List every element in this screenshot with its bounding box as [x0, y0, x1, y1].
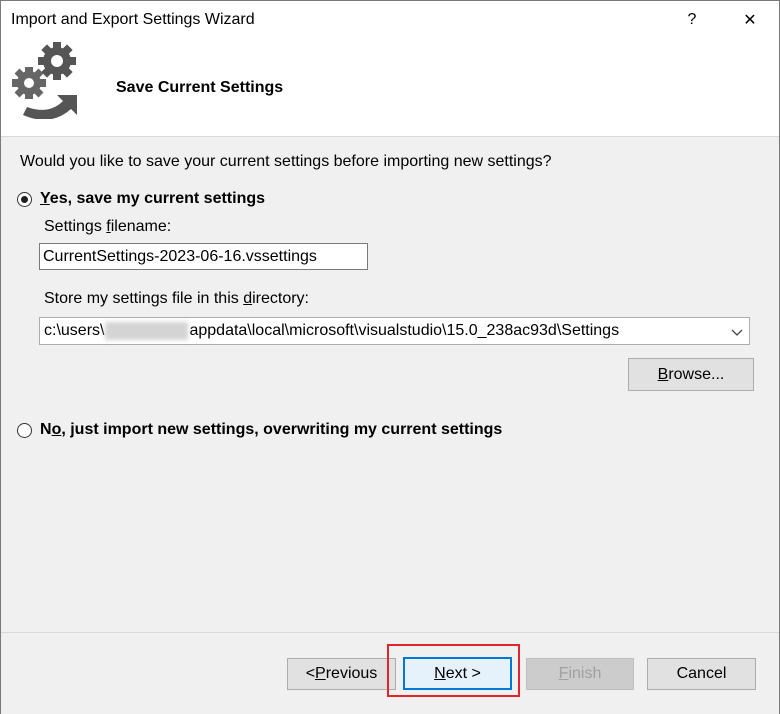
directory-value: c:\users\ appdata\local\microsoft\visuals…	[44, 321, 620, 340]
radio-button-yes[interactable]	[17, 191, 32, 207]
help-button[interactable]: ?	[667, 1, 717, 39]
close-icon: ✕	[743, 12, 757, 29]
directory-combobox[interactable]: c:\users\ appdata\local\microsoft\visuals…	[39, 317, 750, 345]
redacted-username	[105, 321, 189, 340]
filename-input[interactable]: CurrentSettings-2023-06-16.vssettings	[39, 243, 368, 270]
gears-arrow-icon	[12, 42, 77, 119]
radio-no-label: No, just import new settings, overwritin…	[40, 421, 503, 438]
chevron-down-icon[interactable]	[731, 326, 743, 338]
radio-button-no[interactable]	[17, 422, 32, 438]
next-button[interactable]: Next >	[403, 657, 512, 690]
wizard-window: Import and Export Settings Wizard ? ✕ Sa…	[0, 0, 780, 714]
title-bar: Import and Export Settings Wizard ? ✕	[1, 1, 779, 39]
page-title: Save Current Settings	[116, 79, 284, 96]
previous-button[interactable]: < Previous	[287, 658, 396, 690]
question-text: Would you like to save your current sett…	[20, 153, 552, 170]
radio-yes-label: Yes, save my current settings	[40, 190, 266, 207]
cancel-button[interactable]: Cancel	[647, 658, 756, 690]
help-icon: ?	[687, 11, 697, 28]
radio-import-only[interactable]: No, just import new settings, overwritin…	[17, 421, 502, 439]
filename-label: Settings filename:	[44, 218, 172, 235]
wizard-header: Save Current Settings	[1, 39, 779, 137]
wizard-content: Would you like to save your current sett…	[1, 137, 779, 632]
window-title: Import and Export Settings Wizard	[11, 11, 255, 28]
close-button[interactable]: ✕	[725, 1, 775, 39]
browse-button[interactable]: Browse...	[628, 358, 754, 391]
directory-label: Store my settings file in this directory…	[44, 290, 309, 307]
radio-save-settings[interactable]: Yes, save my current settings	[17, 190, 265, 208]
finish-button[interactable]: Finish	[526, 658, 634, 690]
